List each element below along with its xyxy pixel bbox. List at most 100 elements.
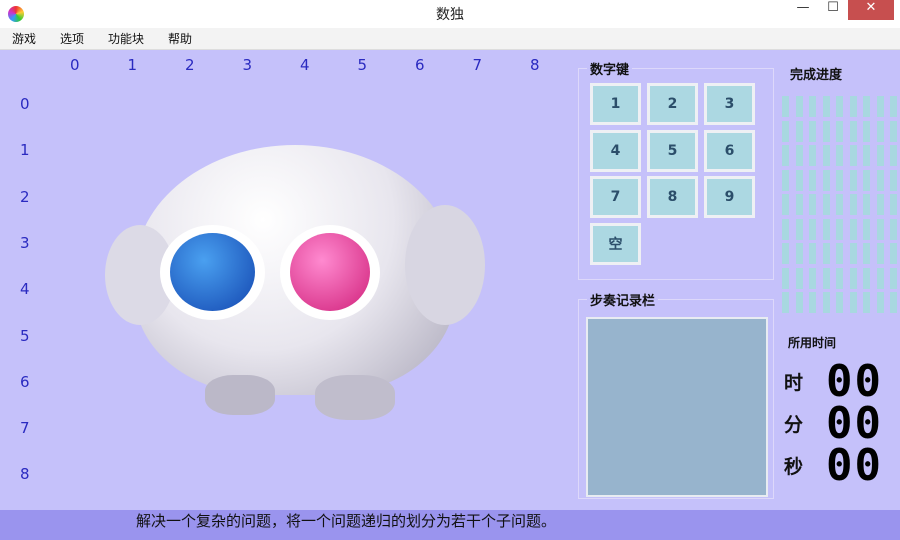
progress-cell bbox=[782, 169, 789, 191]
progress-cell bbox=[849, 120, 857, 142]
progress-cell bbox=[836, 96, 843, 117]
key-2[interactable]: 2 bbox=[647, 83, 698, 125]
progress-cell bbox=[836, 145, 843, 166]
progress-cell bbox=[795, 243, 803, 264]
progress-cell bbox=[863, 267, 870, 289]
blue-eye bbox=[160, 225, 265, 320]
mascot-image bbox=[105, 145, 495, 425]
progress-cell bbox=[795, 120, 803, 142]
progress-cell bbox=[782, 96, 789, 117]
progress-cell bbox=[890, 194, 897, 215]
progress-cell bbox=[836, 218, 843, 240]
progress-cell bbox=[863, 96, 870, 117]
progress-cell bbox=[795, 267, 803, 289]
progress-cell bbox=[863, 145, 870, 166]
progress-cell bbox=[795, 194, 803, 215]
column-header: 3 bbox=[242, 56, 253, 74]
progress-cell bbox=[809, 243, 816, 264]
progress-cell bbox=[782, 120, 789, 142]
progress-cell bbox=[822, 194, 830, 215]
progress-cell bbox=[890, 218, 897, 240]
row-header: 8 bbox=[20, 465, 30, 484]
column-header: 0 bbox=[70, 56, 80, 74]
second-label: 秒 bbox=[784, 456, 804, 478]
column-header: 2 bbox=[185, 56, 195, 74]
menu-functions[interactable]: 功能块 bbox=[96, 30, 156, 47]
progress-cell bbox=[876, 218, 884, 240]
progress-cell bbox=[822, 243, 830, 264]
key-1[interactable]: 1 bbox=[590, 83, 641, 125]
progress-cell bbox=[836, 120, 843, 142]
hour-label: 时 bbox=[784, 372, 804, 394]
key-4[interactable]: 4 bbox=[590, 129, 641, 172]
progress-cell bbox=[849, 267, 857, 289]
row-header: 7 bbox=[20, 419, 30, 438]
column-header: 5 bbox=[357, 56, 368, 74]
minimize-button[interactable]: — bbox=[788, 0, 818, 20]
column-header: 7 bbox=[472, 56, 483, 74]
progress-cell bbox=[809, 194, 816, 215]
progress-cell bbox=[890, 292, 897, 313]
progress-cell bbox=[863, 292, 870, 313]
progress-cell bbox=[836, 169, 843, 191]
key-clear[interactable]: 空 bbox=[590, 222, 641, 265]
column-header: 6 bbox=[415, 56, 425, 74]
title-bar: 数独 — ☐ ✕ bbox=[0, 0, 900, 28]
minutes-display: 00 bbox=[826, 398, 883, 449]
progress-cell bbox=[782, 218, 789, 240]
progress-cell bbox=[863, 243, 870, 264]
progress-cell bbox=[782, 194, 789, 215]
progress-cell bbox=[795, 292, 803, 313]
status-bar: 解决一个复杂的问题，将一个问题递归的划分为若干个子问题。 bbox=[0, 510, 900, 540]
progress-cell bbox=[809, 145, 816, 166]
progress-cell bbox=[836, 292, 843, 313]
row-header: 0 bbox=[20, 95, 30, 113]
key-7[interactable]: 7 bbox=[590, 176, 641, 218]
progress-cell bbox=[795, 145, 803, 166]
progress-cell bbox=[849, 145, 857, 166]
progress-cell bbox=[809, 292, 816, 313]
pink-eye bbox=[280, 225, 380, 320]
progress-cell bbox=[809, 218, 816, 240]
progress-cell bbox=[863, 194, 870, 215]
progress-cell bbox=[876, 120, 884, 142]
app-icon bbox=[8, 6, 24, 22]
menu-game[interactable]: 游戏 bbox=[0, 30, 48, 47]
maximize-button[interactable]: ☐ bbox=[818, 0, 848, 20]
column-header: 4 bbox=[300, 56, 310, 74]
progress-title: 完成进度 bbox=[790, 68, 843, 83]
progress-cell bbox=[782, 145, 789, 166]
progress-cell bbox=[809, 267, 816, 289]
progress-cell bbox=[822, 169, 830, 191]
step-log-list[interactable] bbox=[586, 317, 768, 497]
close-button[interactable]: ✕ bbox=[848, 0, 894, 20]
row-header: 4 bbox=[20, 280, 30, 299]
progress-cell bbox=[795, 218, 803, 240]
seconds-display: 00 bbox=[826, 440, 883, 491]
keypad-title: 数字键 bbox=[587, 59, 633, 78]
progress-cell bbox=[890, 169, 897, 191]
row-header: 5 bbox=[20, 326, 30, 345]
key-8[interactable]: 8 bbox=[647, 176, 698, 218]
key-3[interactable]: 3 bbox=[704, 83, 755, 125]
menu-help[interactable]: 帮助 bbox=[156, 30, 204, 47]
key-6[interactable]: 6 bbox=[704, 129, 755, 172]
row-header: 2 bbox=[20, 187, 30, 206]
menu-options[interactable]: 选项 bbox=[48, 30, 96, 47]
progress-cell bbox=[849, 194, 857, 215]
progress-cell bbox=[809, 96, 816, 117]
progress-cell bbox=[876, 96, 884, 117]
progress-cell bbox=[890, 120, 897, 142]
progress-cell bbox=[876, 267, 884, 289]
key-5[interactable]: 5 bbox=[647, 129, 698, 172]
progress-cell bbox=[849, 243, 857, 264]
timer-title: 所用时间 bbox=[788, 336, 837, 350]
progress-cell bbox=[890, 267, 897, 289]
key-9[interactable]: 9 bbox=[704, 176, 755, 218]
hours-display: 00 bbox=[826, 356, 883, 407]
progress-cell bbox=[836, 243, 843, 264]
progress-cell bbox=[822, 120, 830, 142]
progress-cell bbox=[849, 96, 857, 117]
progress-cell bbox=[876, 243, 884, 264]
progress-cell bbox=[795, 96, 803, 117]
